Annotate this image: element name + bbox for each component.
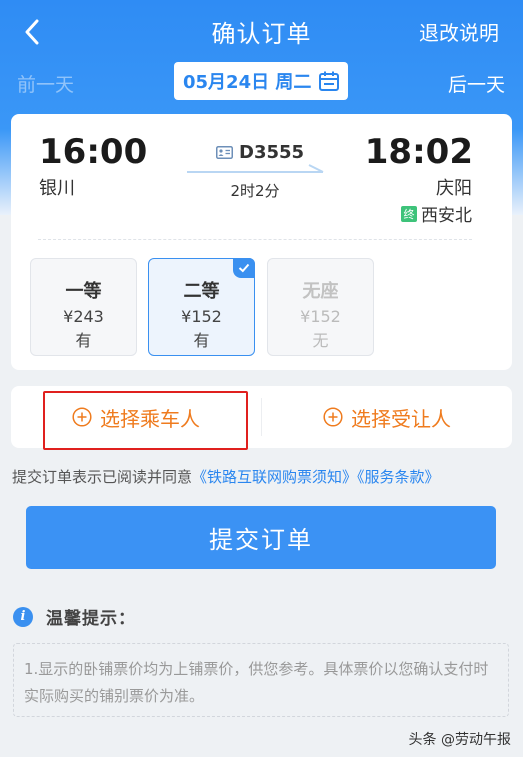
watermark-text: 头条 @劳动午报 [408,732,511,748]
train-info: D3555 [216,142,304,163]
ticket-rules-link[interactable]: 《铁路互联网购票须知》 [192,468,357,486]
select-yield-button[interactable]: 选择受让人 [262,386,512,448]
arrival-time: 18:02 [364,132,473,172]
checkmark-icon [233,258,255,278]
plus-circle-icon [323,407,343,427]
terminal-station: 终 西安北 [401,201,472,226]
dashed-divider [38,239,472,240]
date-selector[interactable]: 05月24日 周二 [174,62,348,100]
calendar-icon [319,71,339,91]
departure-station: 银川 [39,178,75,199]
seat-option-second-class[interactable]: 二等 ¥152 有 [148,258,255,356]
train-id-icon [216,146,233,159]
seat-price: ¥243 [63,307,104,326]
seat-price: ¥152 [181,307,222,326]
agreement-notice: 提交订单表示已阅读并同意《铁路互联网购票须知》《服务条款》 [12,466,440,487]
seat-availability: 有 [75,331,92,350]
seat-name: 无座 [302,281,339,302]
trip-card: 16:00 银川 D3555 2时2分 18:02 庆阳 终 西安北 一等 ¥2… [11,114,512,370]
seat-option-no-seat[interactable]: 无座 ¥152 无 [267,258,374,356]
select-yield-label: 选择受让人 [351,406,451,431]
seat-price: ¥152 [300,307,341,326]
trip-duration: 2时2分 [230,182,280,200]
seat-option-first-class[interactable]: 一等 ¥243 有 [30,258,137,356]
seat-name: 一等 [65,281,102,302]
tips-title: 温馨提示： [46,609,136,629]
next-day-button[interactable]: 后一天 [448,70,505,97]
selected-date: 05月24日 周二 [183,72,312,93]
highlight-annotation-box [43,391,248,450]
refund-policy-link[interactable]: 退改说明 [419,17,499,46]
tips-header: i 温馨提示： [13,604,136,629]
direction-arrow-icon [187,164,324,173]
train-number: D3555 [239,142,305,163]
terms-of-service-link[interactable]: 《服务条款》 [357,468,440,486]
seat-availability: 有 [193,331,210,350]
terminal-badge: 终 [401,205,417,222]
departure-time: 16:00 [39,132,148,172]
info-icon: i [13,606,33,627]
arrival-station: 庆阳 [436,178,472,199]
seat-availability: 无 [312,331,329,350]
seat-name: 二等 [183,281,220,302]
terminal-station-name: 西安北 [421,206,472,226]
tips-content: 1.显示的卧铺票价均为上铺票价，供您参考。具体票价以您确认支付时实际购买的铺别票… [13,643,509,717]
submit-order-button[interactable]: 提交订单 [26,506,496,569]
prev-day-button[interactable]: 前一天 [17,70,74,97]
agreement-text: 提交订单表示已阅读并同意 [12,468,193,486]
